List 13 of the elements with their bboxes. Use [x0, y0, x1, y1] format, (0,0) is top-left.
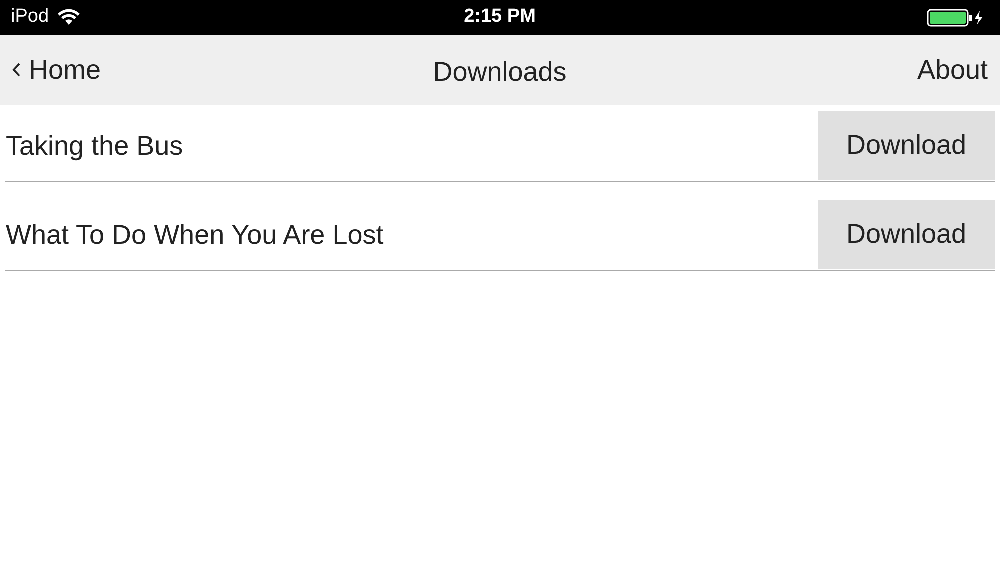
back-link[interactable]: Home	[12, 50, 102, 90]
about-link[interactable]: About	[917, 50, 988, 90]
clock-time: 2:15 PM	[464, 5, 536, 30]
wifi-icon	[57, 9, 82, 26]
item-title: Taking the Bus	[5, 130, 184, 163]
download-button[interactable]: Download	[818, 200, 995, 269]
download-button[interactable]: Download	[818, 111, 995, 180]
page-title: Downloads	[433, 56, 567, 89]
item-title: What To Do When You Are Lost	[5, 218, 384, 252]
back-chevron-icon	[12, 63, 21, 77]
back-label[interactable]: Home	[29, 50, 102, 90]
battery-icon	[927, 8, 985, 26]
carrier-name: iPod	[11, 5, 50, 30]
